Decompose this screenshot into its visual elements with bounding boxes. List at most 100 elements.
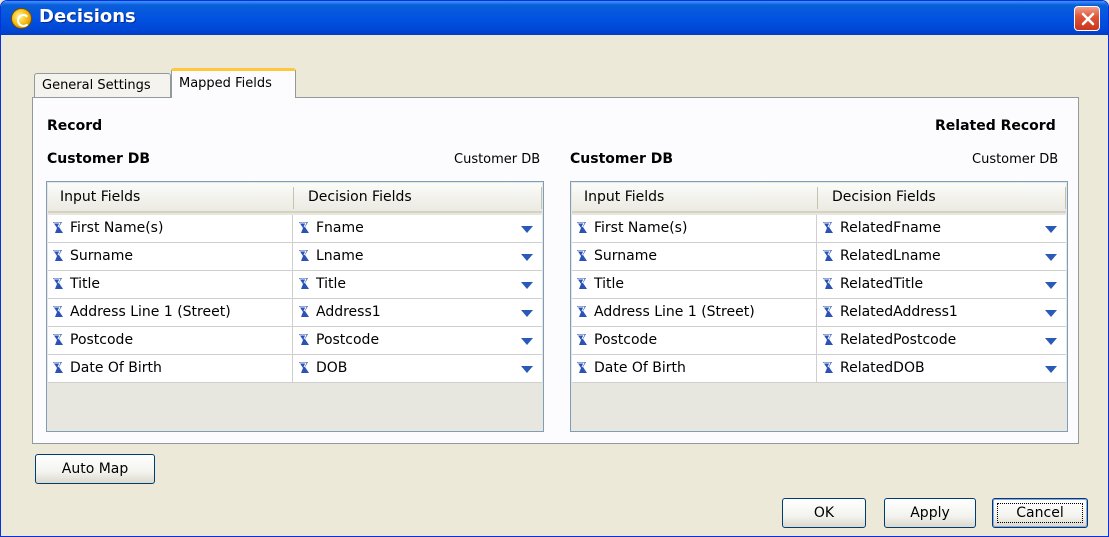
dropdown-arrow-icon[interactable]	[1045, 338, 1057, 345]
close-x-icon	[1081, 12, 1095, 26]
column-separator[interactable]	[1065, 187, 1066, 209]
field-icon	[823, 362, 833, 373]
column-header-input-fields[interactable]: Input Fields	[584, 189, 664, 205]
related-record-heading: Related Record	[935, 118, 1056, 134]
table-body: First Name(s) Fname Surname Lname Title …	[48, 215, 542, 383]
table-row[interactable]: Date Of Birth RelatedDOB	[572, 355, 1066, 383]
field-icon	[53, 306, 63, 317]
decision-field-value: RelatedTitle	[840, 276, 924, 292]
table-row[interactable]: Postcode Postcode	[48, 327, 542, 355]
decision-field-dropdown[interactable]: RelatedTitle	[818, 271, 1068, 298]
decision-field-dropdown[interactable]: RelatedAddress1	[818, 299, 1068, 326]
input-field-label: Postcode	[594, 332, 658, 348]
table-row[interactable]: Address Line 1 (Street) RelatedAddress1	[572, 299, 1066, 327]
table-row[interactable]: Title Title	[48, 271, 542, 299]
cancel-label: Cancel	[1016, 505, 1064, 521]
column-separator[interactable]	[817, 187, 818, 209]
decision-app-icon	[11, 8, 32, 29]
table-row[interactable]: Surname Lname	[48, 243, 542, 271]
dropdown-arrow-icon[interactable]	[521, 338, 533, 345]
title-bar[interactable]: Decisions	[1, 1, 1108, 35]
window-title: Decisions	[39, 6, 136, 27]
dropdown-arrow-icon[interactable]	[1045, 366, 1057, 373]
record-db-name-right: Customer DB	[454, 152, 541, 167]
decision-field-value: RelatedLname	[840, 248, 941, 264]
field-icon	[577, 362, 587, 373]
input-field-label: First Name(s)	[594, 220, 688, 236]
tab-general-settings[interactable]: General Settings	[34, 73, 171, 97]
decision-field-dropdown[interactable]: DOB	[294, 355, 544, 382]
field-icon	[53, 278, 63, 289]
column-header-decision-fields[interactable]: Decision Fields	[308, 189, 412, 205]
ok-label: OK	[813, 505, 835, 521]
column-separator[interactable]	[541, 187, 542, 209]
decision-field-dropdown[interactable]: Postcode	[294, 327, 544, 354]
decision-field-dropdown[interactable]: Fname	[294, 215, 544, 242]
column-header-decision-fields[interactable]: Decision Fields	[832, 189, 936, 205]
dropdown-arrow-icon[interactable]	[1045, 254, 1057, 261]
field-icon	[577, 306, 587, 317]
auto-map-label: Auto Map	[61, 461, 129, 477]
close-button[interactable]	[1074, 6, 1100, 31]
dropdown-arrow-icon[interactable]	[1045, 226, 1057, 233]
ok-button[interactable]: OK	[782, 498, 866, 528]
decision-field-value: RelatedAddress1	[840, 304, 958, 320]
column-separator[interactable]	[293, 187, 294, 209]
apply-label: Apply	[910, 505, 950, 521]
decision-field-dropdown[interactable]: RelatedLname	[818, 243, 1068, 270]
auto-map-button[interactable]: Auto Map	[35, 454, 155, 484]
input-field-cell: Postcode	[572, 327, 817, 354]
decision-field-dropdown[interactable]: RelatedFname	[818, 215, 1068, 242]
input-field-label: Surname	[594, 248, 657, 264]
dropdown-arrow-icon[interactable]	[521, 254, 533, 261]
related-record-db-name: Customer DB	[570, 151, 674, 167]
field-icon	[577, 250, 587, 261]
table-body: First Name(s) RelatedFname Surname Relat…	[572, 215, 1066, 383]
table-row[interactable]: Postcode RelatedPostcode	[572, 327, 1066, 355]
input-field-cell: Title	[48, 271, 293, 298]
table-row[interactable]: First Name(s) RelatedFname	[572, 215, 1066, 243]
input-field-label: Postcode	[70, 332, 134, 348]
dropdown-arrow-icon[interactable]	[521, 310, 533, 317]
table-row[interactable]: First Name(s) Fname	[48, 215, 542, 243]
field-icon	[299, 250, 309, 261]
table-row[interactable]: Surname RelatedLname	[572, 243, 1066, 271]
decision-field-dropdown[interactable]: Address1	[294, 299, 544, 326]
dropdown-arrow-icon[interactable]	[521, 282, 533, 289]
input-field-label: Surname	[70, 248, 133, 264]
input-field-cell: First Name(s)	[48, 215, 293, 242]
field-icon	[577, 334, 587, 345]
field-icon	[299, 278, 309, 289]
decision-field-dropdown[interactable]: Lname	[294, 243, 544, 270]
input-field-label: Title	[594, 276, 625, 292]
decision-field-dropdown[interactable]: RelatedPostcode	[818, 327, 1068, 354]
input-field-label: Address Line 1 (Street)	[594, 304, 755, 320]
table-row[interactable]: Address Line 1 (Street) Address1	[48, 299, 542, 327]
decision-field-dropdown[interactable]: RelatedDOB	[818, 355, 1068, 382]
apply-button[interactable]: Apply	[884, 498, 976, 528]
decision-field-dropdown[interactable]: Title	[294, 271, 544, 298]
decision-field-value: Title	[316, 276, 347, 292]
tab-mapped-fields[interactable]: Mapped Fields	[171, 68, 296, 98]
cancel-button[interactable]: Cancel	[992, 498, 1088, 528]
decision-field-value: Fname	[316, 220, 364, 236]
dropdown-arrow-icon[interactable]	[521, 226, 533, 233]
input-field-label: Address Line 1 (Street)	[70, 304, 231, 320]
related-record-db-name-right: Customer DB	[972, 152, 1059, 167]
decision-field-value: Address1	[316, 304, 381, 320]
input-field-label: Title	[70, 276, 101, 292]
table-row[interactable]: Title RelatedTitle	[572, 271, 1066, 299]
dropdown-arrow-icon[interactable]	[1045, 282, 1057, 289]
dropdown-arrow-icon[interactable]	[521, 366, 533, 373]
input-field-label: Date Of Birth	[594, 360, 686, 376]
input-field-cell: Surname	[572, 243, 817, 270]
input-field-cell: Address Line 1 (Street)	[48, 299, 293, 326]
record-db-name: Customer DB	[47, 151, 151, 167]
table-row[interactable]: Date Of Birth DOB	[48, 355, 542, 383]
column-header-input-fields[interactable]: Input Fields	[60, 189, 140, 205]
decisions-dialog: Decisions General Settings Mapped Fields…	[0, 0, 1109, 537]
field-icon	[577, 278, 587, 289]
decision-field-value: RelatedDOB	[840, 360, 925, 376]
decision-field-value: DOB	[316, 360, 348, 376]
dropdown-arrow-icon[interactable]	[1045, 310, 1057, 317]
